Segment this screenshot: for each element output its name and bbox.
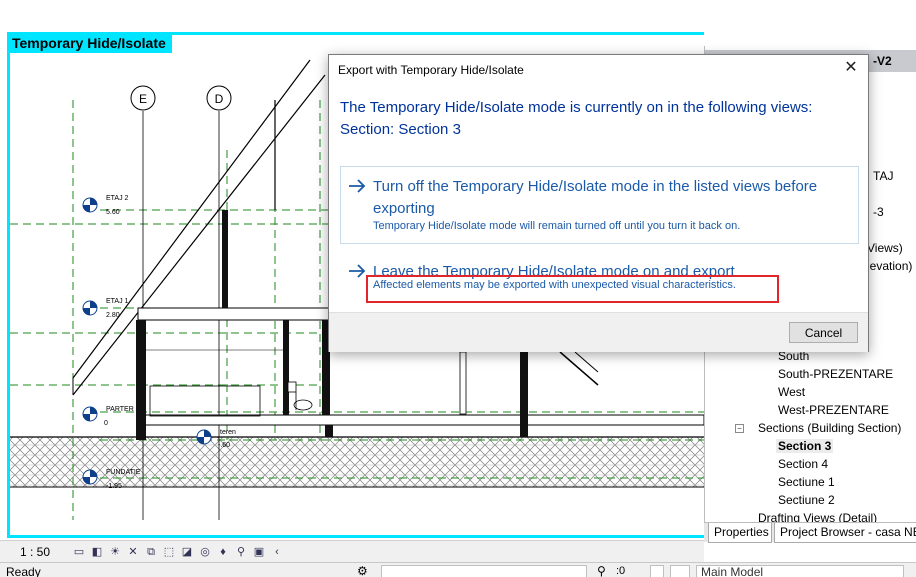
visual-style-icon[interactable]: ◧ bbox=[89, 545, 105, 559]
dialog-title: Export with Temporary Hide/Isolate bbox=[338, 63, 524, 77]
tree-item-sectiune-2[interactable]: Sectiune 2 bbox=[778, 493, 835, 507]
tab-project-browser[interactable]: Project Browser - casa NEA bbox=[774, 523, 916, 543]
cancel-button[interactable]: Cancel bbox=[789, 322, 858, 343]
show-crop-icon[interactable]: ⬚ bbox=[161, 545, 177, 559]
option1-description: Temporary Hide/Isolate mode will remain … bbox=[373, 220, 741, 232]
tree-item-section-3[interactable]: Section 3 bbox=[776, 439, 834, 453]
tree-fragment[interactable]: levation) bbox=[867, 259, 912, 273]
active-model-select[interactable]: Main Model bbox=[696, 565, 904, 577]
dialog-message: The Temporary Hide/Isolate mode is curre… bbox=[340, 97, 860, 141]
tree-group-sections[interactable]: Sections (Building Section) bbox=[758, 421, 901, 435]
design-options-toggle[interactable] bbox=[670, 565, 690, 577]
dialog-message-line1: The Temporary Hide/Isolate mode is curre… bbox=[340, 99, 813, 116]
shadows-icon[interactable]: ✕ bbox=[125, 545, 141, 559]
tree-item-sectiune-1[interactable]: Sectiune 1 bbox=[778, 475, 835, 489]
panel-tabs: Properties Project Browser - casa NEA bbox=[704, 522, 916, 543]
tree-item-section-4[interactable]: Section 4 bbox=[778, 457, 828, 471]
option1-label: Turn off the Temporary Hide/Isolate mode… bbox=[373, 178, 818, 217]
warning-highlight-box bbox=[366, 275, 779, 303]
tree-item-west-prezentare[interactable]: West-PREZENTARE bbox=[778, 403, 889, 417]
dialog-footer: Cancel bbox=[329, 312, 868, 352]
tree-item-west[interactable]: West bbox=[778, 385, 805, 399]
status-text: Ready bbox=[6, 565, 41, 577]
highlight-displacement-icon[interactable]: ▣ bbox=[251, 545, 267, 559]
dialog-message-line2: Section: Section 3 bbox=[340, 121, 461, 138]
close-icon[interactable]: ✕ bbox=[843, 60, 859, 76]
export-dialog: Export with Temporary Hide/Isolate ✕ The… bbox=[328, 54, 869, 352]
selection-count: :0 bbox=[616, 565, 626, 577]
reveal-hidden-icon[interactable]: ◎ bbox=[197, 545, 213, 559]
tree-fragment[interactable]: TAJ bbox=[873, 169, 893, 183]
view-control-bar: 1 : 50 ▭ ◧ ☀ ✕ ⧉ ⬚ ◪ ◎ ♦ ⚲ ▣ ‹ bbox=[0, 540, 704, 562]
analytical-model-icon[interactable]: ⚲ bbox=[233, 545, 249, 559]
tree-fragment[interactable]: -3 bbox=[873, 205, 884, 219]
filter-icon[interactable]: ⚲ bbox=[597, 564, 606, 577]
workset-field[interactable] bbox=[381, 565, 587, 577]
arrow-right-icon bbox=[349, 179, 366, 193]
detail-level-icon[interactable]: ▭ bbox=[71, 545, 87, 559]
view-mode-label: Temporary Hide/Isolate bbox=[8, 33, 172, 53]
temporary-view-properties-icon[interactable]: ♦ bbox=[215, 545, 231, 559]
view-scale[interactable]: 1 : 50 bbox=[0, 545, 70, 559]
temporary-hide-icon[interactable]: ◪ bbox=[179, 545, 195, 559]
tree-fragment[interactable]: Views) bbox=[867, 241, 903, 255]
tab-properties[interactable]: Properties bbox=[708, 523, 772, 543]
sun-path-icon[interactable]: ☀ bbox=[107, 545, 123, 559]
editable-only-toggle[interactable] bbox=[650, 565, 664, 577]
arrow-right-icon bbox=[349, 264, 366, 278]
collapse-toggle-icon[interactable]: − bbox=[735, 424, 744, 433]
workset-icon[interactable]: ⚙ bbox=[357, 564, 368, 577]
crop-view-icon[interactable]: ⧉ bbox=[143, 545, 159, 559]
turn-off-and-export-option[interactable]: Turn off the Temporary Hide/Isolate mode… bbox=[340, 166, 859, 244]
collapse-icon[interactable]: ‹ bbox=[269, 545, 285, 559]
status-bar: Ready ⚙ ⚲ :0 Main Model bbox=[0, 562, 916, 577]
tree-item-south-prezentare[interactable]: South-PREZENTARE bbox=[778, 367, 893, 381]
